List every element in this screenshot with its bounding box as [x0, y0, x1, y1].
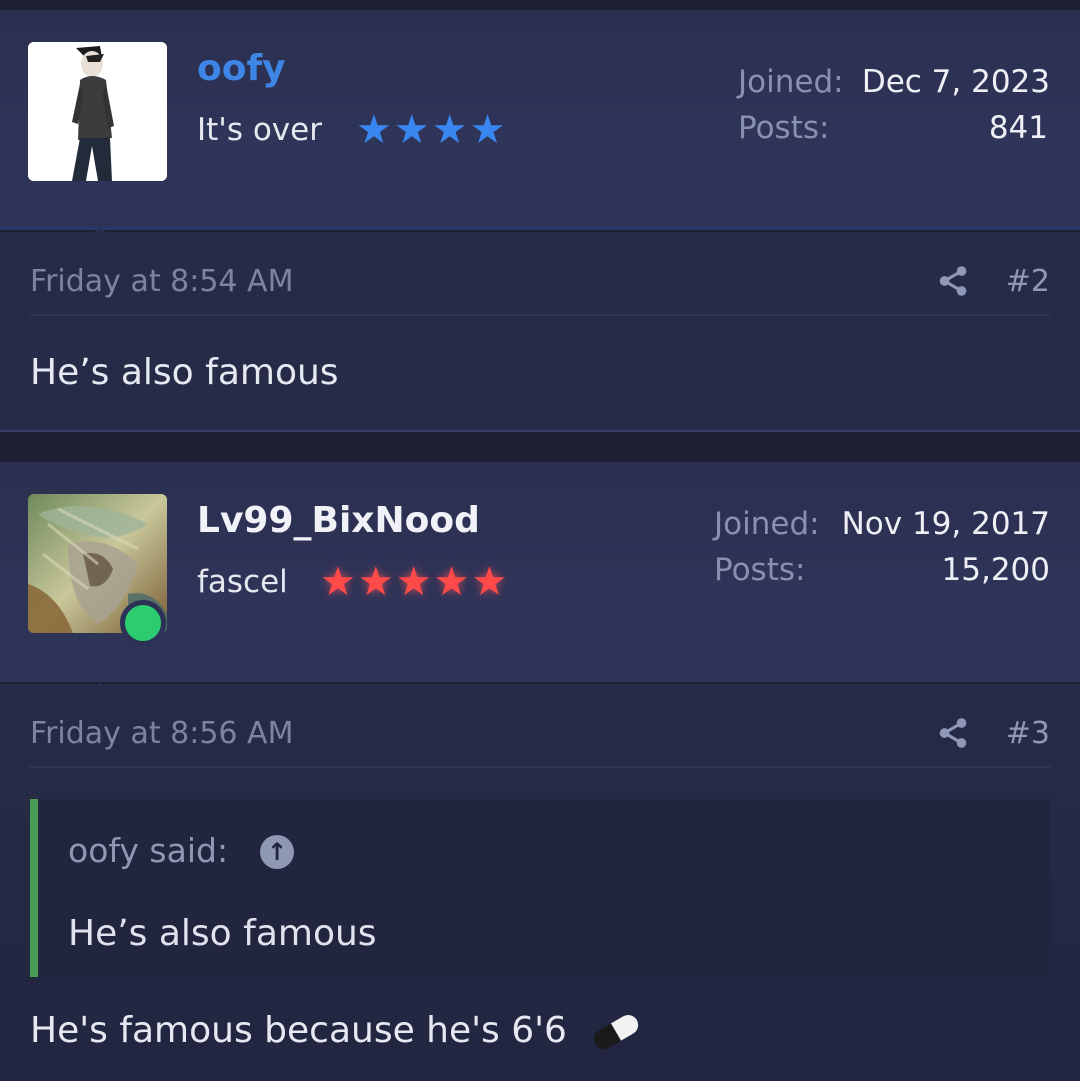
user-rank-stars: ★ ★ ★ ★ ★	[320, 562, 507, 602]
quote-text: He’s also famous	[68, 913, 377, 954]
posts-label: Posts:	[738, 110, 830, 146]
username[interactable]: Lv99_BixNood	[197, 500, 480, 541]
joined-label: Joined:	[714, 506, 820, 542]
post-body: He's famous because he's 6'6	[30, 1010, 567, 1051]
online-status-indicator	[120, 600, 166, 646]
joined-label: Joined:	[738, 64, 844, 100]
star-icon: ★	[431, 107, 468, 153]
star-icon: ★	[357, 559, 394, 605]
star-icon: ★	[393, 107, 430, 153]
username[interactable]: oofy	[197, 48, 286, 89]
star-icon: ★	[433, 559, 470, 605]
avatar[interactable]	[28, 42, 167, 181]
quote-block: oofy said: ↑ He’s also famous	[30, 799, 1050, 977]
share-icon[interactable]	[936, 264, 970, 298]
post-3: Lv99_BixNood fascel ★ ★ ★ ★ ★ Joined: No…	[0, 462, 1080, 1081]
post-timestamp[interactable]: Friday at 8:56 AM	[30, 716, 293, 751]
user-title: fascel	[197, 564, 288, 600]
user-rank-stars: ★ ★ ★ ★	[356, 110, 505, 150]
star-icon: ★	[320, 559, 356, 605]
post-meta: Friday at 8:54 AM #2	[30, 264, 1050, 316]
post-message: Friday at 8:56 AM #3 oofy said: ↑ He’s a…	[0, 684, 1080, 1081]
posts-count: 841	[988, 110, 1048, 146]
pill-emoji-icon	[594, 1014, 639, 1049]
arrow-up-circle-icon[interactable]: ↑	[260, 835, 294, 869]
post-message: Friday at 8:54 AM #2 He’s also famous	[0, 232, 1080, 432]
user-info-block: Lv99_BixNood fascel ★ ★ ★ ★ ★ Joined: No…	[0, 462, 1080, 706]
post-2: oofy It's over ★ ★ ★ ★ Joined: Dec 7, 20…	[0, 10, 1080, 432]
joined-date: Dec 7, 2023	[861, 64, 1050, 100]
post-number-link[interactable]: #2	[1006, 264, 1050, 299]
star-icon: ★	[356, 107, 392, 153]
posts-count: 15,200	[941, 552, 1050, 588]
quote-author[interactable]: oofy said:	[68, 831, 228, 870]
post-number-link[interactable]: #3	[1006, 716, 1050, 751]
star-icon: ★	[471, 559, 508, 605]
star-icon: ★	[395, 559, 432, 605]
avatar-image	[28, 42, 167, 181]
posts-label: Posts:	[714, 552, 806, 588]
post-body-line: He's famous because he's 6'6	[30, 1010, 644, 1052]
share-icon[interactable]	[936, 716, 970, 750]
post-body: He’s also famous	[30, 352, 339, 393]
star-icon: ★	[469, 107, 506, 153]
user-info-block: oofy It's over ★ ★ ★ ★ Joined: Dec 7, 20…	[0, 10, 1080, 251]
post-meta: Friday at 8:56 AM #3	[30, 716, 1050, 768]
joined-date: Nov 19, 2017	[841, 506, 1050, 542]
post-timestamp[interactable]: Friday at 8:54 AM	[30, 264, 293, 299]
user-title: It's over	[197, 112, 322, 148]
